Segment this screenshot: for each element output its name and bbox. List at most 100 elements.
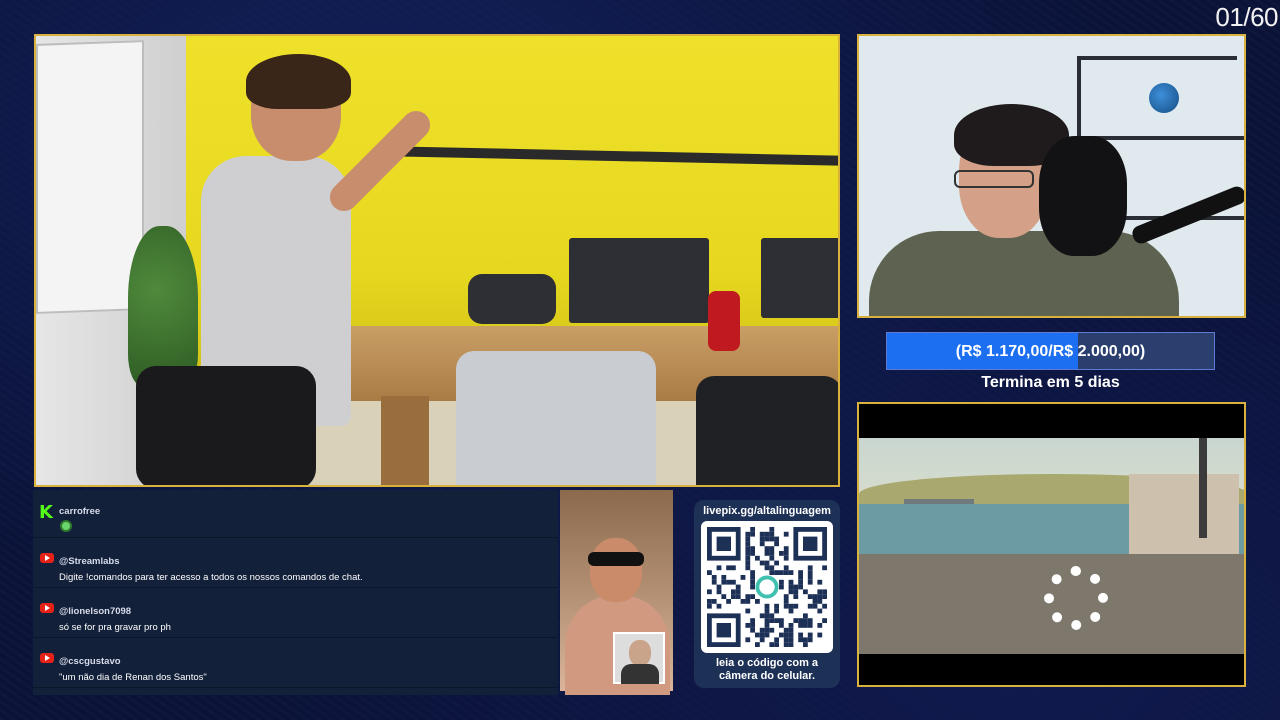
qr-module (798, 570, 803, 575)
chat-message: K carrofree (33, 490, 558, 538)
qr-module (817, 589, 823, 595)
qr-module (716, 536, 731, 551)
qr-module (764, 560, 770, 566)
kick-logo-icon: K (39, 502, 53, 523)
qr-module (788, 584, 794, 590)
qr-module (793, 584, 799, 590)
qr-code-graphic (707, 527, 827, 647)
qr-module (707, 599, 712, 604)
qr-module (745, 546, 751, 551)
qr-module (783, 570, 789, 575)
qr-module (745, 637, 751, 643)
qr-module (822, 603, 827, 609)
qr-module (783, 551, 789, 556)
chat-username: carrofree (59, 506, 101, 517)
qr-module (759, 560, 765, 566)
qr-module (745, 551, 751, 556)
qr-module (783, 594, 789, 599)
guest-face (590, 538, 642, 602)
qr-module (803, 618, 808, 623)
qr-module (769, 642, 775, 647)
qr-module (803, 613, 808, 619)
qr-module (731, 589, 736, 595)
held-photo (613, 632, 665, 684)
globe (1149, 83, 1179, 113)
qr-module (769, 613, 775, 619)
qr-module (817, 594, 823, 599)
qr-module (774, 618, 779, 623)
guest-facecam (560, 490, 673, 695)
qr-module (779, 584, 784, 590)
qr-module (755, 599, 760, 604)
glasses (954, 170, 1034, 188)
qr-module (798, 579, 803, 585)
youtube-icon (40, 653, 54, 663)
qr-module (779, 551, 784, 556)
qr-module (807, 575, 813, 580)
qr-module (803, 589, 808, 595)
qr-module (745, 555, 751, 561)
qr-module (750, 627, 755, 633)
qr-module (817, 608, 823, 614)
office-chair (468, 274, 556, 324)
livepix-qr-card: livepix.gg/altalinguagem leia o código c… (694, 500, 840, 688)
qr-module (750, 527, 755, 532)
qr-module (755, 555, 760, 561)
qr-module (745, 623, 751, 628)
goal-deadline: Termina em 5 dias (981, 374, 1120, 391)
bag (136, 366, 316, 485)
qr-module (788, 642, 794, 647)
qr-module (822, 594, 827, 599)
qr-module (822, 618, 827, 623)
qr-module (793, 589, 799, 595)
whiteboard (36, 40, 144, 314)
qr-module (807, 623, 813, 628)
qr-module (764, 565, 770, 571)
green-emote-icon (60, 520, 72, 532)
youtube-icon (40, 603, 54, 613)
streamer-body (869, 231, 1179, 316)
qr-module (793, 603, 799, 609)
qr-module (817, 579, 823, 585)
qr-module (745, 565, 751, 571)
qr-module (783, 637, 789, 643)
qr-module (716, 565, 722, 571)
qr-module (779, 570, 784, 575)
qr-module (779, 618, 784, 623)
qr-module (783, 603, 789, 609)
qr-module (716, 603, 722, 609)
qr-module (779, 579, 784, 585)
qr-module (783, 642, 789, 647)
qr-caption-line2: câmera do celular. (719, 670, 815, 682)
livepix-url: livepix.gg/altalinguagem (703, 505, 831, 517)
qr-module (759, 536, 765, 542)
qr-module (822, 589, 827, 595)
qr-module (750, 531, 755, 537)
qr-module (807, 618, 813, 623)
qr-module (798, 632, 803, 638)
qr-module (759, 613, 765, 619)
qr-module (783, 627, 789, 633)
photo-head (629, 640, 651, 666)
qr-module (803, 637, 808, 643)
qr-module (807, 637, 813, 643)
qr-module (812, 603, 818, 609)
qr-module (803, 623, 808, 628)
chat-panel: K carrofree @Streamlabs Digite !comandos… (33, 490, 558, 695)
qr-module (798, 623, 803, 628)
qr-module (769, 618, 775, 623)
qr-module (707, 570, 712, 575)
qr-module (783, 555, 789, 561)
qr-module (774, 541, 779, 547)
game-crane (1199, 438, 1207, 538)
photo-suit (621, 664, 659, 684)
qr-module (817, 632, 823, 638)
qr-module (774, 560, 779, 566)
qr-module (783, 599, 789, 604)
qr-module (764, 551, 770, 556)
qr-module (769, 551, 775, 556)
qr-module (721, 594, 727, 599)
qr-module (764, 627, 770, 633)
chat-message: @cscgustavo "um não dia de Renan dos San… (33, 640, 558, 688)
qr-module (788, 627, 794, 633)
